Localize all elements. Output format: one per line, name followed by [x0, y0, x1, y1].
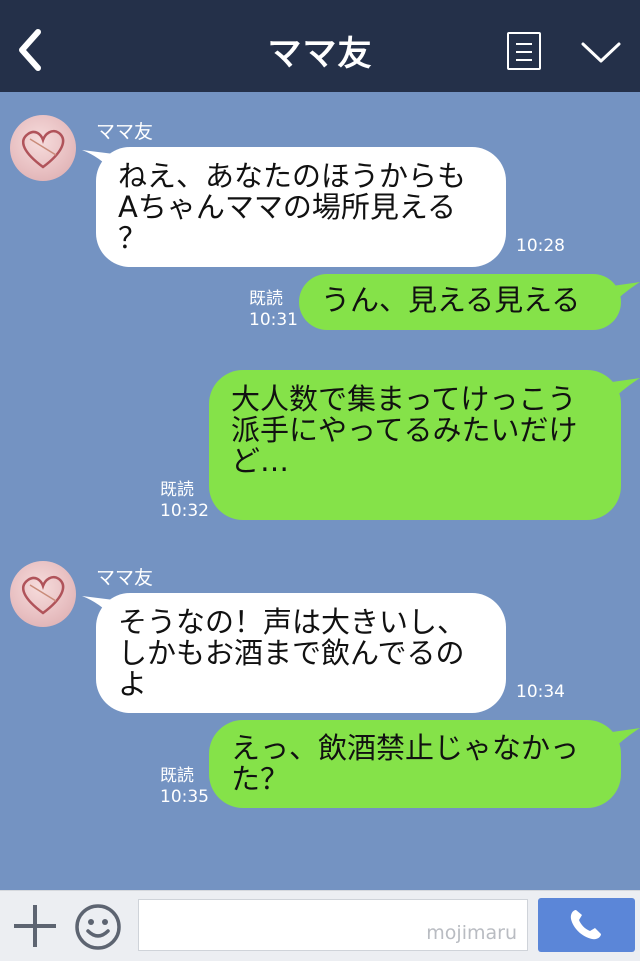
message-bubble[interactable]: 大人数で集まってけっこう 派手にやってるみたいだけ ど…: [209, 370, 621, 520]
read-receipt: 既読: [249, 289, 283, 309]
message-input[interactable]: mojimaru: [138, 899, 528, 951]
chevron-down-icon: [581, 42, 621, 63]
message-bubble[interactable]: ねえ、あなたのほうからも Aちゃんママの場所見える ？: [96, 147, 506, 267]
message-time: 10:34: [516, 682, 565, 702]
phone-icon: [570, 910, 601, 940]
call-button[interactable]: [538, 898, 635, 952]
read-receipt: 既読: [160, 766, 194, 786]
message-time: 10:31: [249, 310, 298, 330]
chat-header: ママ友: [0, 0, 640, 92]
message-bubble[interactable]: うん、見える見える: [299, 274, 621, 330]
avatar[interactable]: [10, 115, 76, 181]
notes-icon[interactable]: [507, 32, 541, 70]
message-time: 10:35: [160, 787, 209, 807]
sticker-button[interactable]: [74, 903, 122, 951]
message-composer: mojimaru: [0, 890, 640, 961]
sender-name: ママ友: [96, 121, 154, 143]
watermark: mojimaru: [426, 922, 517, 944]
read-receipt: 既読: [160, 480, 194, 500]
avatar[interactable]: [10, 561, 76, 627]
message-time: 10:32: [160, 501, 209, 521]
message-bubble[interactable]: えっ、飲酒禁止じゃなかっ た？: [209, 720, 621, 808]
smiley-icon: [75, 904, 121, 950]
sender-name: ママ友: [96, 567, 154, 589]
chat-title: ママ友: [267, 34, 373, 74]
message-bubble[interactable]: そうなの！声は大きいし、 しかもお酒まで飲んでるの よ: [96, 593, 506, 713]
message-time: 10:28: [516, 236, 565, 256]
chevron-down-button[interactable]: [580, 40, 622, 66]
plus-icon[interactable]: [14, 905, 56, 947]
